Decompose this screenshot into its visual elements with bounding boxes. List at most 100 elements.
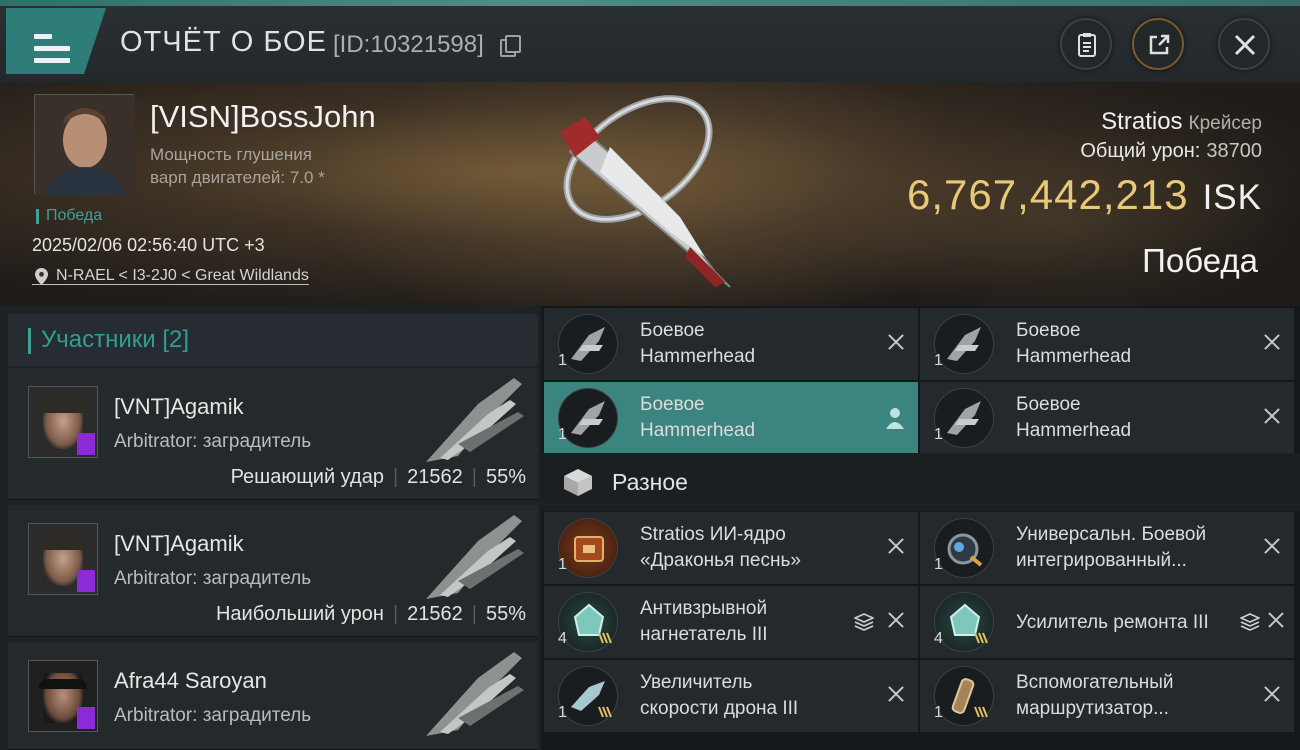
participant-name: [VNT]Agamik: [114, 394, 244, 419]
stack-layers-icon: [854, 613, 874, 631]
item-quantity: 1: [934, 426, 943, 443]
ship-title[interactable]: Stratios Крейсер: [1101, 108, 1262, 136]
pilot-attribute-line2: варп двигателей: 7.0 *: [150, 168, 325, 187]
share-icon: [1149, 34, 1170, 55]
item-quantity: 1: [934, 556, 943, 573]
header-accent-line: [0, 0, 1300, 6]
location-link[interactable]: N-RAEL < I3-2J0 < Great Wildlands: [32, 267, 309, 285]
destroyed-x-icon: [886, 684, 906, 704]
participant-name: Afra44 Saroyan: [114, 668, 267, 693]
battle-location[interactable]: N-RAEL < I3-2J0 < Great Wildlands: [32, 267, 309, 285]
item-cell-drone-selected[interactable]: 1 Боевое Hammerhead: [544, 382, 918, 454]
item-cell-drone[interactable]: 1 Боевое Hammerhead: [920, 382, 1294, 454]
arbitrator-ship-icon: [426, 378, 524, 462]
item-cell[interactable]: 1 Универсальн. Боевой интегрированный...: [920, 512, 1294, 584]
item-name: Боевое Hammerhead: [1016, 394, 1132, 441]
outcome-label: Победа: [1142, 242, 1258, 279]
menu-button[interactable]: [6, 8, 106, 74]
item-name: Stratios ИИ-ядро «Драконья песнь»: [640, 524, 801, 571]
stratios-ship-image: [560, 95, 731, 288]
item-quantity: 4: [934, 630, 943, 647]
item-name: Универсальн. Боевой интегрированный...: [1016, 524, 1207, 571]
item-quantity: 4: [558, 630, 567, 647]
hammerhead-drone-icon: [934, 314, 994, 374]
isk-value: 6,767,442,213: [906, 171, 1189, 218]
participant-stats: Решающий удар | 21562 | 55%: [230, 466, 526, 488]
battle-id: [ID:10321598]: [333, 31, 484, 58]
item-name: Усилитель ремонта III: [1016, 612, 1209, 633]
hammerhead-drone-icon: [934, 388, 994, 448]
corp-badge-icon: [77, 707, 95, 729]
corp-badge-icon: [77, 433, 95, 455]
cargo-box-icon: [564, 469, 592, 496]
stack-layers-icon: [1240, 613, 1260, 631]
close-icon: [1234, 34, 1256, 56]
item-name: Антивзрывной нагнетатель III: [640, 598, 768, 645]
copy-icon[interactable]: [500, 35, 521, 57]
participants-title: Участники [2]: [41, 326, 190, 353]
participants-panel: Участники [2] [VNT]Agamik Arbitrator: за…: [0, 306, 540, 750]
header-bar: ОТЧЁТ О БОЕ [ID:10321598]: [0, 0, 1300, 82]
participants-header: Участники [2]: [8, 314, 538, 366]
participant-avatar[interactable]: [28, 386, 98, 458]
destroyed-x-icon: [1262, 406, 1282, 426]
destroyed-x-icon: [886, 536, 906, 556]
isk-value-row: 6,767,442,213 ISK: [907, 171, 1262, 219]
item-cell[interactable]: 4 Антивзрывной нагнетатель III: [544, 586, 918, 658]
participant-avatar[interactable]: [28, 660, 98, 732]
item-cell[interactable]: 1 Увеличитель скорости дрона III: [544, 660, 918, 732]
close-button[interactable]: [1218, 18, 1270, 70]
item-cell[interactable]: 1 Stratios ИИ-ядро «Драконья песнь»: [544, 512, 918, 584]
item-quantity: 1: [558, 426, 567, 443]
participant-avatar[interactable]: [28, 523, 98, 595]
item-name: Боевое Hammerhead: [640, 394, 756, 441]
location-pin-icon: [35, 268, 48, 285]
destroyed-x-icon: [886, 332, 906, 352]
person-icon: [886, 408, 904, 429]
report-button[interactable]: [1060, 18, 1112, 70]
destroyed-x-icon: [1262, 684, 1282, 704]
item-quantity: 1: [558, 556, 567, 573]
participant-ship: Arbitrator: заградитель: [114, 705, 312, 726]
pilot-portrait-icon: [35, 95, 135, 195]
destroyed-x-icon: [1266, 610, 1286, 630]
pilot-name[interactable]: [VISN]BossJohn: [150, 99, 376, 135]
item-quantity: 1: [558, 352, 567, 369]
stat-damage: 21562: [407, 466, 463, 488]
pilot-avatar[interactable]: [34, 94, 135, 195]
stat-label: Решающий удар: [230, 466, 384, 488]
hamburger-menu-icon: [34, 34, 70, 64]
total-damage-label: Общий урон:: [1080, 140, 1201, 162]
item-name: Боевое Hammerhead: [1016, 320, 1132, 367]
stat-damage: 21562: [407, 603, 463, 625]
share-button[interactable]: [1132, 18, 1184, 70]
total-damage-value: 38700: [1206, 140, 1262, 162]
item-name: Увеличитель скорости дрона III: [640, 672, 799, 719]
item-cell[interactable]: 4 Усилитель ремонта III: [920, 586, 1294, 658]
participant-name: [VNT]Agamik: [114, 531, 244, 556]
pilot-attribute-line1: Мощность глушения: [150, 145, 312, 164]
destroyed-x-icon: [886, 610, 906, 630]
isk-unit: ISK: [1202, 178, 1262, 217]
ai-core-icon: [558, 518, 618, 578]
participant-stats: Наибольший урон | 21562 | 55%: [215, 603, 526, 625]
item-cell-drone[interactable]: 1 Боевое Hammerhead: [544, 308, 918, 380]
item-quantity: 1: [934, 352, 943, 369]
battle-result-tag: Победа: [36, 207, 102, 225]
explosion-rig-icon: [558, 592, 618, 652]
page-title: ОТЧЁТ О БОЕ: [120, 26, 327, 58]
participant-row[interactable]: [VNT]Agamik Arbitrator: заградитель Реша…: [8, 368, 538, 500]
drone-speed-icon: [558, 666, 618, 726]
battle-datetime: 2025/02/06 02:56:40 UTC +3: [32, 235, 265, 255]
item-cell[interactable]: 1 Вспомогательный маршрутизатор...: [920, 660, 1294, 732]
item-quantity: 1: [558, 704, 567, 721]
corp-badge-icon: [77, 570, 95, 592]
repair-rig-icon: [934, 592, 994, 652]
battle-report-screen: ОТЧЁТ О БОЕ [ID:10321598] [VISN]BossJohn…: [0, 0, 1300, 750]
stat-percent: 55%: [485, 603, 526, 625]
participant-row[interactable]: Afra44 Saroyan Arbitrator: заградитель: [8, 642, 538, 750]
participant-row[interactable]: [VNT]Agamik Arbitrator: заградитель Наиб…: [8, 505, 538, 637]
hammerhead-drone-icon: [558, 314, 618, 374]
item-cell-drone[interactable]: 1 Боевое Hammerhead: [920, 308, 1294, 380]
ship-class: Крейсер: [1188, 113, 1262, 134]
